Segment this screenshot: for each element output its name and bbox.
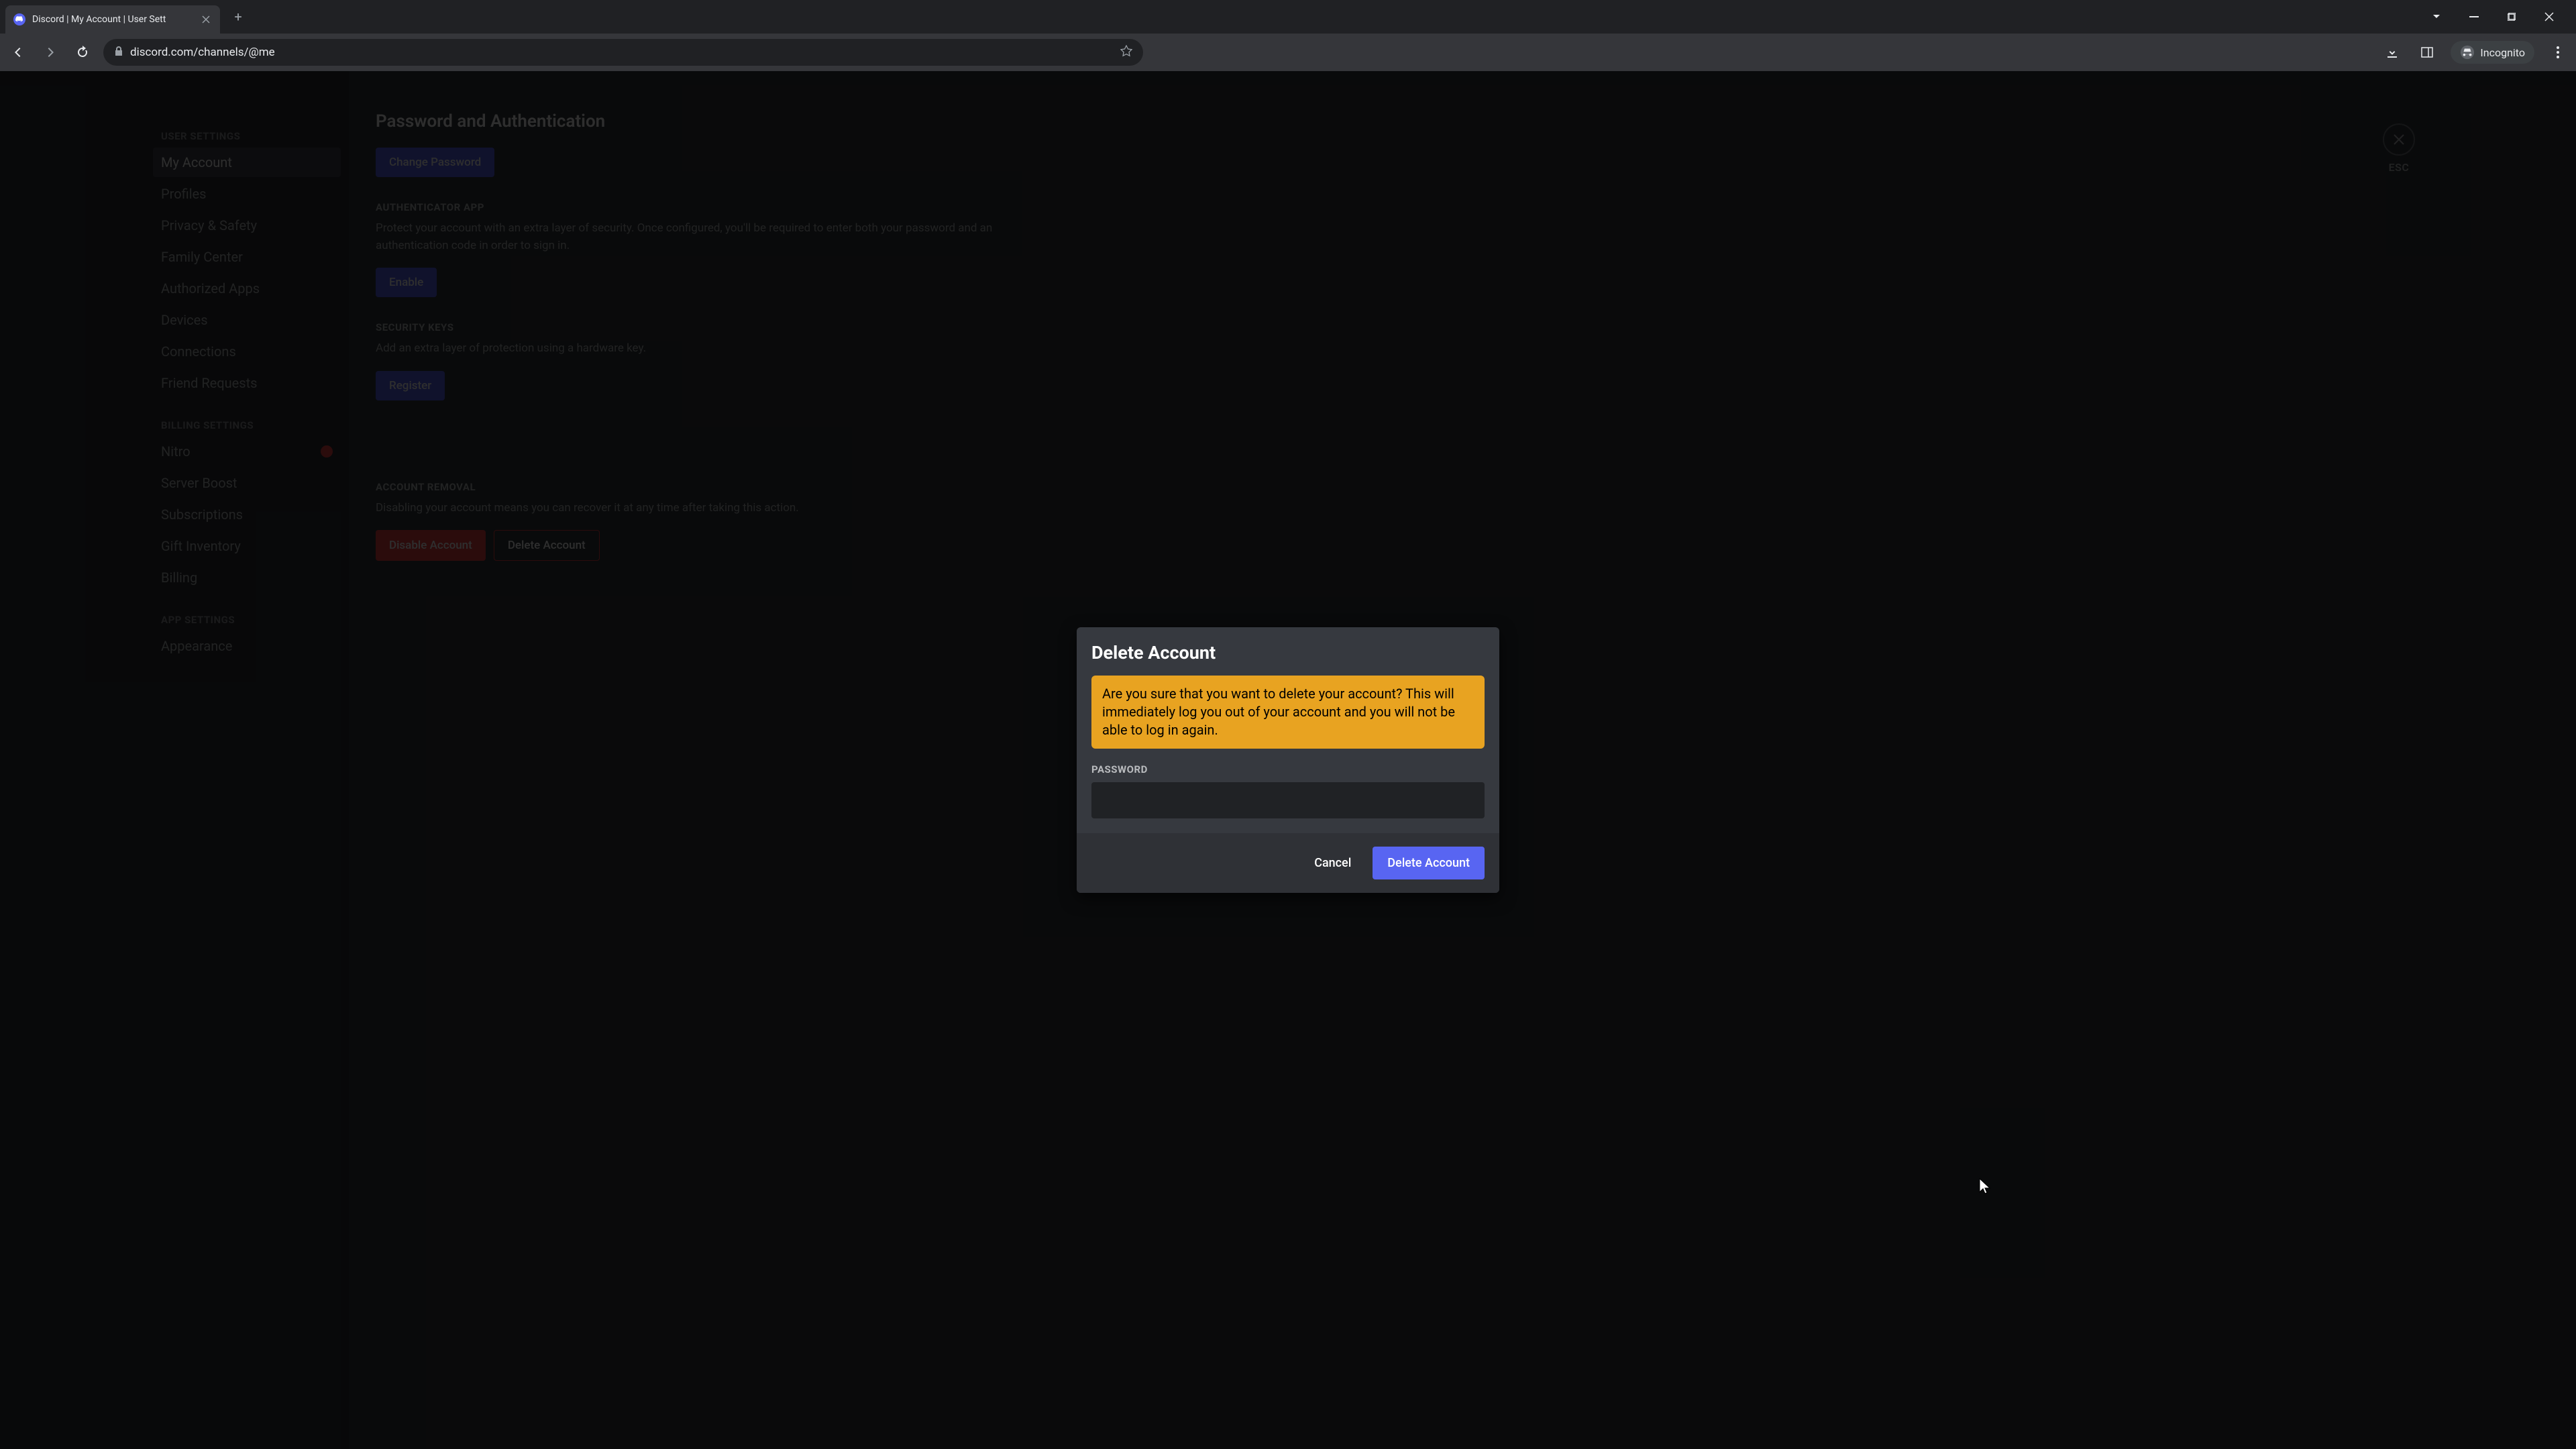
modal-warning: Are you sure that you want to delete you… xyxy=(1091,676,1485,749)
reload-button[interactable] xyxy=(71,41,94,64)
confirm-delete-button[interactable]: Delete Account xyxy=(1373,847,1485,879)
tab-search-icon[interactable] xyxy=(2427,7,2446,26)
modal-footer: Cancel Delete Account xyxy=(1077,833,1499,893)
browser-menu-icon[interactable] xyxy=(2546,41,2569,64)
incognito-icon xyxy=(2460,45,2475,60)
browser-tab[interactable]: Discord | My Account | User Sett xyxy=(5,5,220,34)
forward-button[interactable] xyxy=(39,41,62,64)
password-label: PASSWORD xyxy=(1091,763,1485,775)
tab-title: Discord | My Account | User Sett xyxy=(32,14,193,25)
incognito-badge[interactable]: Incognito xyxy=(2451,41,2534,64)
password-input[interactable] xyxy=(1091,782,1485,818)
bookmark-star-icon[interactable] xyxy=(1120,45,1132,60)
discord-app: USER SETTINGS My Account Profiles Privac… xyxy=(0,71,2576,1449)
browser-chrome: Discord | My Account | User Sett + disco… xyxy=(0,0,2576,71)
url-text: discord.com/channels/@me xyxy=(130,46,1114,59)
downloads-icon[interactable] xyxy=(2381,41,2404,64)
tab-bar: Discord | My Account | User Sett + xyxy=(0,0,2576,34)
side-panel-icon[interactable] xyxy=(2416,41,2438,64)
back-button[interactable] xyxy=(7,41,30,64)
address-bar: discord.com/channels/@me Incognito xyxy=(0,34,2576,71)
minimize-icon[interactable] xyxy=(2465,7,2483,26)
addr-bar-right: Incognito xyxy=(2381,41,2569,64)
delete-account-modal: Delete Account Are you sure that you wan… xyxy=(1077,627,1499,893)
modal-title: Delete Account xyxy=(1091,642,1485,663)
incognito-label: Incognito xyxy=(2480,46,2525,59)
maximize-icon[interactable] xyxy=(2502,7,2521,26)
tab-close-icon[interactable] xyxy=(200,13,212,25)
lock-icon xyxy=(114,46,123,59)
window-controls xyxy=(2427,7,2571,26)
cancel-button[interactable]: Cancel xyxy=(1309,847,1356,879)
discord-favicon xyxy=(13,13,25,25)
url-box[interactable]: discord.com/channels/@me xyxy=(103,39,1143,66)
modal-backdrop[interactable]: Delete Account Are you sure that you wan… xyxy=(0,71,2576,1449)
new-tab-button[interactable]: + xyxy=(228,7,248,27)
window-close-icon[interactable] xyxy=(2540,7,2559,26)
